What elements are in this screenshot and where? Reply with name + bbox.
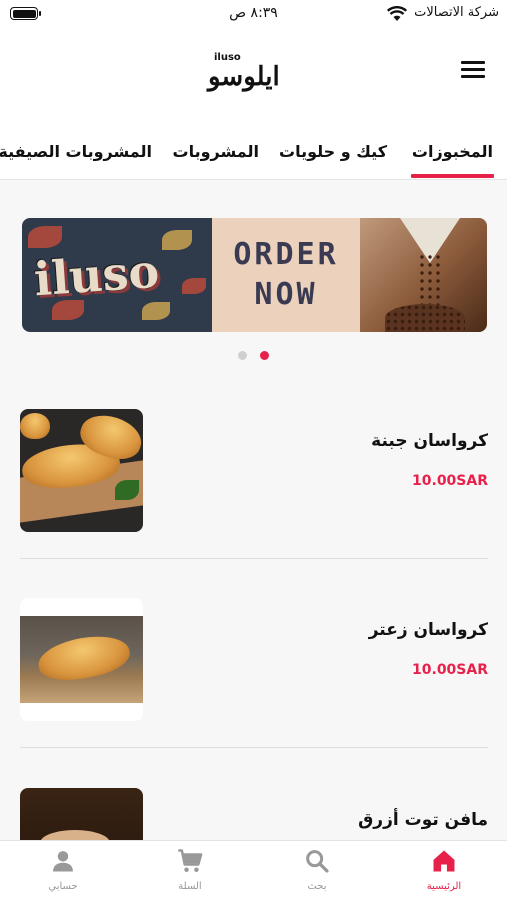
- carrier-name: شركة الاتصالات: [414, 5, 499, 20]
- logo-arabic-text: ايلوسو: [208, 62, 280, 92]
- nav-cart[interactable]: السلة: [150, 847, 230, 892]
- nav-account-label: حسابي: [48, 881, 78, 892]
- tab-bakery[interactable]: المخبوزات: [410, 142, 495, 178]
- carousel-dot[interactable]: [238, 351, 247, 360]
- banner-brand-panel: iluso: [22, 218, 212, 332]
- divider: [20, 747, 488, 748]
- product-item[interactable]: كرواسان جبنة 10.00SAR: [20, 409, 488, 559]
- carousel-dot-active[interactable]: [260, 351, 269, 360]
- user-icon: [53, 851, 73, 872]
- app-header: iluso ايلوسو: [0, 30, 507, 120]
- promo-banner[interactable]: iluso ORDER NOW: [22, 218, 487, 332]
- banner-coffee-image: [360, 218, 487, 332]
- banner-cta-line2: NOW: [254, 277, 318, 312]
- banner-brand-text: iluso: [32, 243, 161, 307]
- nav-home[interactable]: الرئيسية: [404, 847, 484, 892]
- nav-home-label: الرئيسية: [426, 881, 462, 892]
- nav-cart-label: السلة: [178, 881, 202, 892]
- banner-cta-line1: ORDER: [233, 237, 339, 272]
- bottom-nav: الرئيسية بحث السلة حسابي: [0, 840, 507, 900]
- home-icon: [433, 850, 455, 872]
- product-price: 10.00SAR: [412, 662, 488, 678]
- cart-icon: [178, 849, 203, 872]
- product-image: [20, 598, 143, 721]
- product-name: كرواسان جبنة: [371, 431, 488, 451]
- product-name: مافن توت أزرق: [358, 810, 488, 830]
- category-tabs: المخبوزات كيك و حلويات المشروبات المشروب…: [0, 120, 507, 180]
- tab-drinks[interactable]: المشروبات: [173, 142, 260, 161]
- product-name: كرواسان زعتر: [368, 620, 488, 640]
- hamburger-menu-icon[interactable]: [461, 61, 485, 79]
- product-image: [20, 409, 143, 532]
- divider: [20, 558, 488, 559]
- banner-cta-panel: ORDER NOW: [212, 218, 360, 332]
- search-icon: [306, 850, 329, 873]
- wifi-icon: [387, 6, 407, 21]
- product-item[interactable]: كرواسان زعتر 10.00SAR: [20, 598, 488, 748]
- tab-cakes-sweets[interactable]: كيك و حلويات: [279, 142, 387, 161]
- carousel-indicator: [238, 351, 270, 361]
- nav-search[interactable]: بحث: [277, 847, 357, 892]
- status-bar: ٨:٣٩ ص شركة الاتصالات: [0, 0, 507, 30]
- nav-search-label: بحث: [307, 881, 327, 892]
- tab-summer-drinks[interactable]: المشروبات الصيفية: [0, 142, 152, 161]
- nav-account[interactable]: حسابي: [23, 847, 103, 892]
- product-price: 10.00SAR: [412, 473, 488, 489]
- app-logo: iluso ايلوسو: [200, 50, 300, 100]
